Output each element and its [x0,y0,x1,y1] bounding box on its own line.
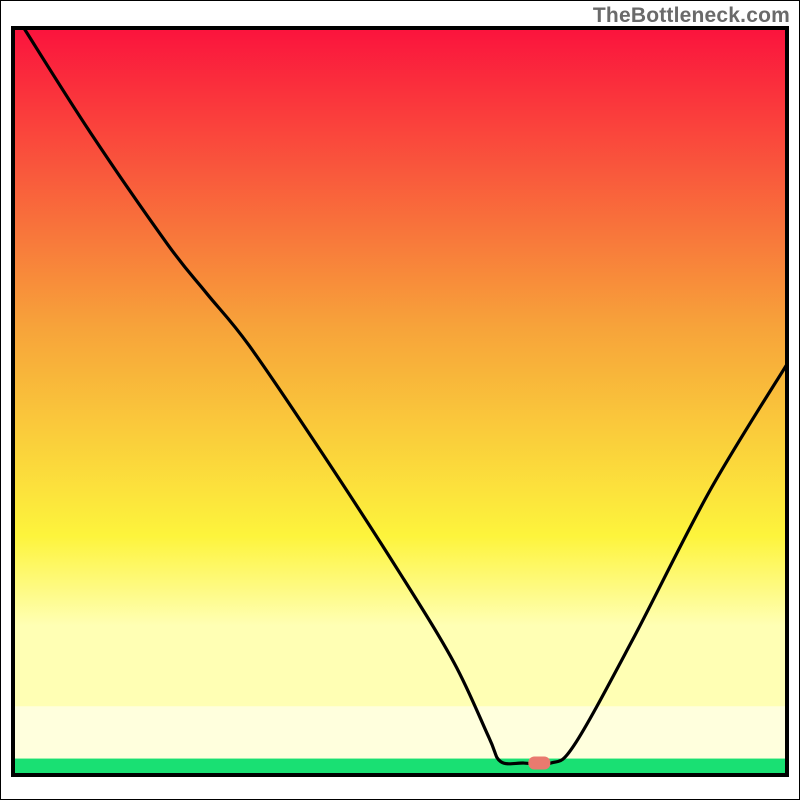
plot-area [13,28,787,775]
optimal-marker [528,757,550,770]
severity-gradient [13,28,787,775]
bottleneck-chart [0,0,800,800]
near-zero-band [13,706,787,758]
green-zero-band [13,759,787,775]
watermark-text: TheBottleneck.com [593,4,790,28]
